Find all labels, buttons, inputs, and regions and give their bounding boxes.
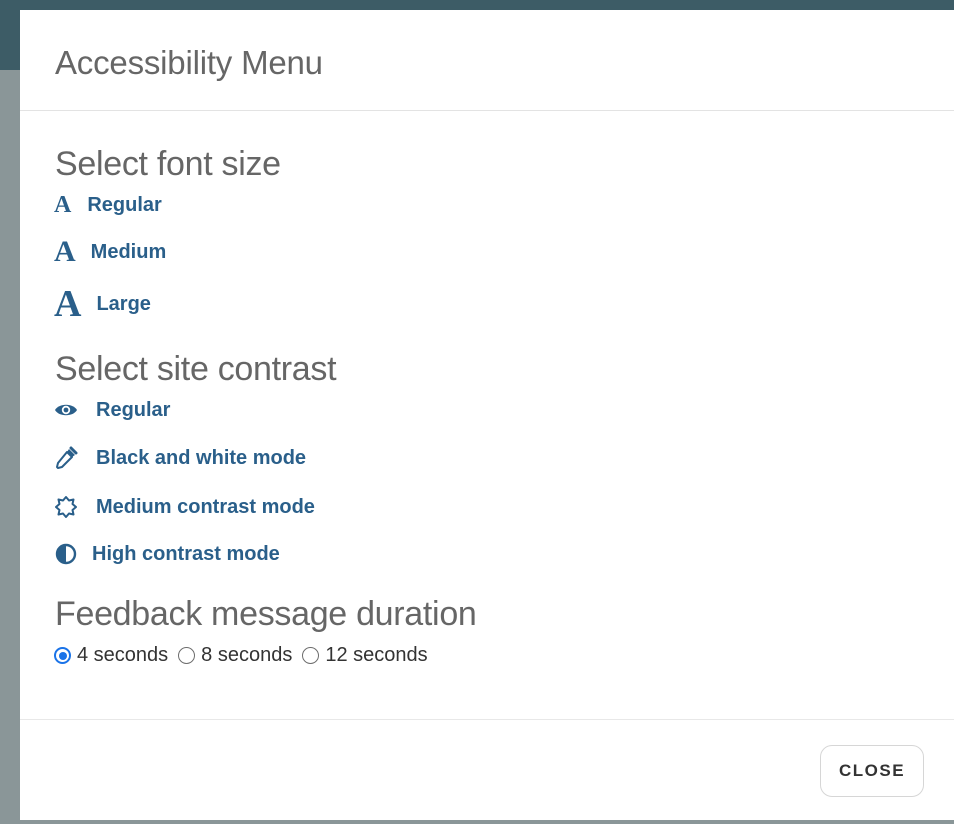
font-size-regular-label: Regular xyxy=(87,193,162,216)
radio-unchecked-icon[interactable] xyxy=(302,647,320,664)
close-button[interactable]: CLOSE xyxy=(820,745,924,797)
font-size-regular-option[interactable]: A Regular xyxy=(54,193,162,217)
font-size-small-icon: A xyxy=(54,192,72,218)
modal-footer: CLOSE xyxy=(20,719,954,820)
accessibility-modal: Accessibility Menu Select font size A Re… xyxy=(20,10,954,820)
contrast-black-white-label: Black and white mode xyxy=(96,446,307,469)
modal-title: Accessibility Menu xyxy=(55,44,323,81)
modal-header: Accessibility Menu xyxy=(20,10,954,111)
feedback-12-seconds-label: 12 seconds xyxy=(325,644,428,666)
font-size-medium-icon: A xyxy=(54,235,76,268)
font-size-large-label: Large xyxy=(96,292,151,315)
feedback-12-seconds-radio[interactable]: 12 seconds xyxy=(302,644,428,667)
font-size-large-option[interactable]: A Large xyxy=(54,285,151,323)
sun-outline-icon xyxy=(54,495,78,519)
half-circle-icon xyxy=(54,542,78,566)
radio-checked-icon[interactable] xyxy=(54,647,71,664)
feedback-duration-radio-group: 4 seconds 8 seconds 12 seconds xyxy=(54,644,438,667)
font-size-medium-label: Medium xyxy=(90,240,167,263)
font-size-heading: Select font size xyxy=(55,145,281,183)
contrast-black-white-option[interactable]: Black and white mode xyxy=(54,446,306,470)
contrast-regular-option[interactable]: Regular xyxy=(54,398,170,422)
eye-icon xyxy=(54,398,78,422)
font-size-large-icon: A xyxy=(54,283,82,325)
contrast-medium-label: Medium contrast mode xyxy=(96,495,315,518)
contrast-regular-label: Regular xyxy=(96,398,171,421)
contrast-heading: Select site contrast xyxy=(55,350,337,388)
radio-unchecked-icon[interactable] xyxy=(178,647,196,664)
feedback-duration-heading: Feedback message duration xyxy=(55,595,477,633)
eyedropper-icon xyxy=(54,446,78,470)
font-size-medium-option[interactable]: A Medium xyxy=(54,237,166,267)
feedback-8-seconds-radio[interactable]: 8 seconds xyxy=(178,644,292,667)
feedback-8-seconds-label: 8 seconds xyxy=(201,644,293,666)
contrast-high-label: High contrast mode xyxy=(92,542,280,565)
feedback-4-seconds-radio[interactable]: 4 seconds xyxy=(54,644,168,667)
contrast-high-option[interactable]: High contrast mode xyxy=(54,542,280,566)
contrast-medium-option[interactable]: Medium contrast mode xyxy=(54,495,315,519)
feedback-4-seconds-label: 4 seconds xyxy=(77,644,169,666)
